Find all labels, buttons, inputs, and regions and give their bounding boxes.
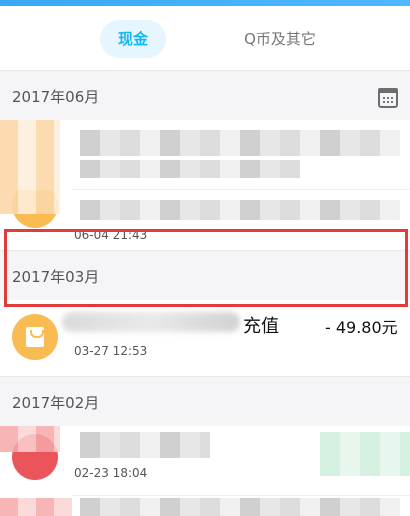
obscured-title bbox=[80, 498, 400, 516]
transaction-time: 03-27 12:53 bbox=[74, 344, 148, 358]
obscured-title bbox=[80, 130, 400, 156]
month-header: 2017年02月 bbox=[0, 376, 410, 426]
list-item[interactable]: 02-23 18:04 bbox=[0, 426, 410, 496]
month-header: 2017年06月 bbox=[0, 70, 410, 120]
list-item[interactable] bbox=[0, 120, 410, 190]
tab-bar: 现金 Q币及其它 bbox=[0, 6, 410, 70]
highlight-box bbox=[4, 229, 408, 307]
obscured-title bbox=[80, 200, 400, 220]
obscured-avatar-top bbox=[0, 190, 60, 214]
obscured-title bbox=[80, 432, 210, 458]
transaction-amount: - 49.80元 bbox=[325, 318, 398, 337]
list-item[interactable] bbox=[0, 496, 410, 516]
obscured-subtitle bbox=[80, 160, 300, 178]
calendar-icon[interactable] bbox=[378, 88, 398, 108]
obscured-merchant-name bbox=[62, 312, 240, 332]
obscured-avatar-top bbox=[0, 426, 60, 452]
transaction-title: 充值 bbox=[243, 316, 279, 337]
month-label: 2017年06月 bbox=[12, 88, 100, 106]
avatar bbox=[12, 314, 58, 360]
list-item-recharge[interactable]: 充值 - 49.80元 03-27 12:53 bbox=[0, 300, 410, 376]
obscured-amount bbox=[320, 432, 410, 476]
shopping-bag-icon bbox=[26, 327, 44, 347]
month-label: 2017年02月 bbox=[12, 394, 100, 412]
tab-qcoin-and-others[interactable]: Q币及其它 bbox=[232, 20, 328, 58]
obscured-avatar bbox=[0, 498, 72, 516]
tab-cash[interactable]: 现金 bbox=[100, 20, 166, 58]
obscured-avatar bbox=[0, 120, 60, 190]
transaction-time: 02-23 18:04 bbox=[74, 466, 148, 480]
